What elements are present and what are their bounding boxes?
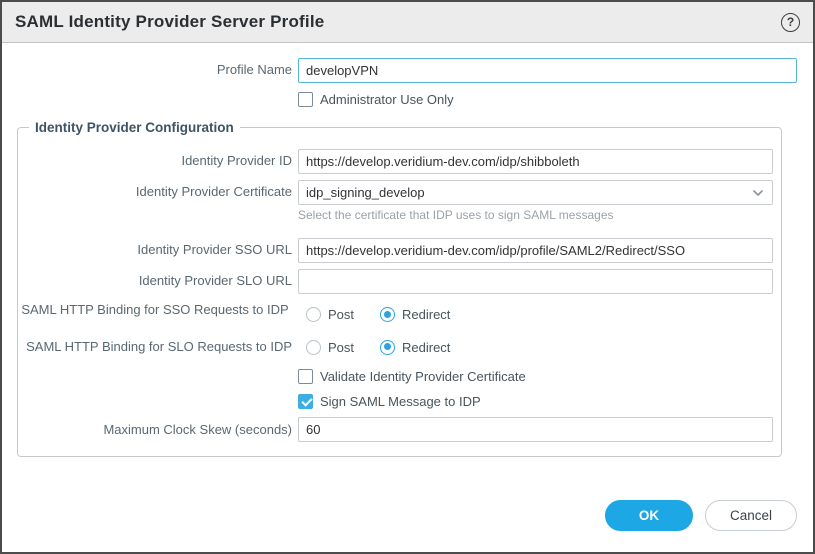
slo-binding-redirect-label: Redirect: [402, 340, 450, 355]
slo-binding-post-label: Post: [328, 340, 354, 355]
sso-url-input[interactable]: [298, 238, 773, 263]
validate-cert-checkbox[interactable]: Validate Identity Provider Certificate: [298, 369, 773, 384]
cancel-button[interactable]: Cancel: [705, 500, 797, 531]
sso-binding-row: SAML HTTP Binding for SSO Requests to ID…: [18, 302, 773, 327]
sso-url-row: Identity Provider SSO URL: [18, 238, 773, 263]
sso-binding-label: SAML HTTP Binding for SSO Requests to ID…: [18, 302, 292, 318]
profile-name-label: Profile Name: [2, 62, 292, 78]
dialog-body: Profile Name Administrator Use Only Iden…: [2, 43, 813, 500]
admin-use-only-label: Administrator Use Only: [320, 92, 454, 107]
slo-binding-label: SAML HTTP Binding for SLO Requests to ID…: [18, 339, 292, 355]
idp-certificate-select[interactable]: idp_signing_develop: [298, 180, 773, 205]
checkbox-unchecked-icon[interactable]: [298, 369, 313, 384]
validate-cert-label: Validate Identity Provider Certificate: [320, 369, 526, 384]
saml-idp-profile-dialog: SAML Identity Provider Server Profile ? …: [0, 0, 815, 554]
sso-url-label: Identity Provider SSO URL: [18, 242, 292, 258]
ok-button[interactable]: OK: [605, 500, 693, 531]
profile-name-input[interactable]: [298, 58, 797, 83]
clock-skew-row: Maximum Clock Skew (seconds): [18, 417, 773, 442]
clock-skew-label: Maximum Clock Skew (seconds): [18, 422, 292, 438]
slo-url-label: Identity Provider SLO URL: [18, 273, 292, 289]
idp-certificate-helper-text: Select the certificate that IDP uses to …: [298, 208, 773, 222]
radio-selected-icon[interactable]: [380, 307, 395, 322]
slo-binding-row: SAML HTTP Binding for SLO Requests to ID…: [18, 339, 773, 355]
sso-binding-post-label: Post: [328, 307, 354, 322]
idp-certificate-value: idp_signing_develop: [306, 185, 751, 200]
idp-certificate-row: Identity Provider Certificate idp_signin…: [18, 180, 773, 205]
sign-saml-checkbox[interactable]: Sign SAML Message to IDP: [298, 394, 773, 409]
sso-binding-post-option[interactable]: Post: [306, 307, 354, 322]
slo-binding-redirect-option[interactable]: Redirect: [380, 340, 450, 355]
help-icon[interactable]: ?: [781, 13, 800, 32]
sso-binding-radio-group: Post Redirect: [306, 302, 450, 327]
checkbox-unchecked-icon[interactable]: [298, 92, 313, 107]
slo-url-input[interactable]: [298, 269, 773, 294]
sso-binding-redirect-label: Redirect: [402, 307, 450, 322]
dialog-titlebar: SAML Identity Provider Server Profile ?: [2, 2, 813, 43]
profile-name-row: Profile Name: [2, 58, 797, 83]
sso-binding-redirect-option[interactable]: Redirect: [380, 307, 450, 322]
slo-binding-post-option[interactable]: Post: [306, 340, 354, 355]
idp-id-row: Identity Provider ID: [18, 149, 773, 174]
radio-unselected-icon[interactable]: [306, 307, 321, 322]
sign-saml-label: Sign SAML Message to IDP: [320, 394, 481, 409]
radio-unselected-icon[interactable]: [306, 340, 321, 355]
idp-id-input[interactable]: [298, 149, 773, 174]
checkbox-checked-icon[interactable]: [298, 394, 313, 409]
idp-configuration-section: Identity Provider Configuration Identity…: [17, 120, 782, 457]
admin-use-only-checkbox[interactable]: Administrator Use Only: [298, 92, 797, 107]
slo-url-row: Identity Provider SLO URL: [18, 269, 773, 294]
idp-configuration-legend: Identity Provider Configuration: [29, 120, 240, 135]
idp-certificate-label: Identity Provider Certificate: [18, 184, 292, 200]
dialog-title: SAML Identity Provider Server Profile: [15, 12, 324, 32]
clock-skew-input[interactable]: [298, 417, 773, 442]
idp-id-label: Identity Provider ID: [18, 153, 292, 169]
dialog-footer: OK Cancel: [2, 500, 813, 552]
radio-selected-icon[interactable]: [380, 340, 395, 355]
slo-binding-radio-group: Post Redirect: [306, 340, 450, 355]
chevron-down-icon: [751, 186, 765, 200]
